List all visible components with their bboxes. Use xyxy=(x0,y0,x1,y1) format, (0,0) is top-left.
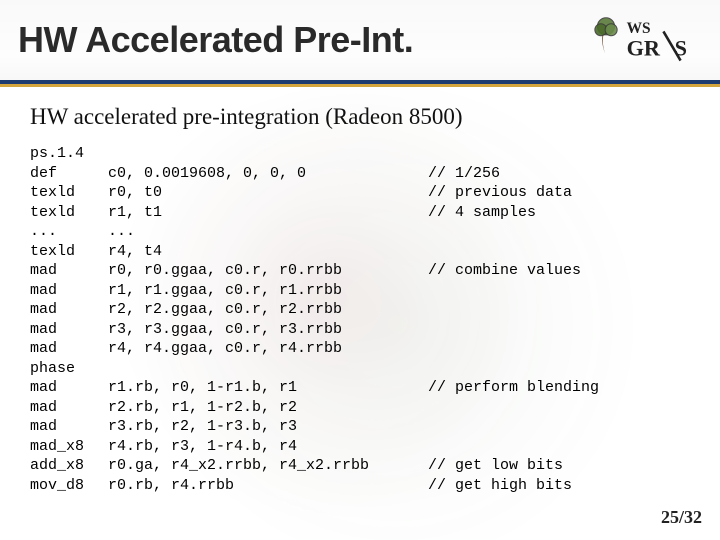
code-line: madr4, r4.ggaa, c0.r, r4.rrbb xyxy=(30,339,690,359)
logo-icon: WS GR S xyxy=(582,12,702,68)
code-args: r1, t1 xyxy=(108,203,428,223)
code-args: r3, r3.ggaa, c0.r, r3.rrbb xyxy=(108,320,428,340)
code-comment: // get low bits xyxy=(428,456,690,476)
code-args: c0, 0.0019608, 0, 0, 0 xyxy=(108,164,428,184)
code-args: r4.rb, r3, 1-r4.b, r4 xyxy=(108,437,428,457)
code-opcode: mad xyxy=(30,378,108,398)
code-comment xyxy=(428,398,690,418)
code-comment xyxy=(428,222,690,242)
page-number: 25/32 xyxy=(661,507,702,528)
code-line: madr3.rb, r2, 1-r3.b, r3 xyxy=(30,417,690,437)
code-line: ...... xyxy=(30,222,690,242)
code-args: r4, t4 xyxy=(108,242,428,262)
code-comment xyxy=(428,320,690,340)
slide-subtitle: HW accelerated pre-integration (Radeon 8… xyxy=(30,104,690,130)
code-comment xyxy=(428,300,690,320)
code-opcode: mad_x8 xyxy=(30,437,108,457)
code-line: madr0, r0.ggaa, c0.r, r0.rrbb// combine … xyxy=(30,261,690,281)
code-args: r4, r4.ggaa, c0.r, r4.rrbb xyxy=(108,339,428,359)
slide-header: HW Accelerated Pre-Int. WS GR S xyxy=(0,0,720,84)
code-args xyxy=(108,359,428,379)
code-opcode: mad xyxy=(30,417,108,437)
code-line: texldr0, t0// previous data xyxy=(30,183,690,203)
code-opcode: mad xyxy=(30,300,108,320)
code-comment xyxy=(428,242,690,262)
code-line: madr3, r3.ggaa, c0.r, r3.rrbb xyxy=(30,320,690,340)
code-opcode: phase xyxy=(30,359,108,379)
code-opcode: add_x8 xyxy=(30,456,108,476)
svg-text:GR: GR xyxy=(627,35,661,60)
code-comment: // perform blending xyxy=(428,378,690,398)
code-line: phase xyxy=(30,359,690,379)
code-args: r0.rb, r4.rrbb xyxy=(108,476,428,496)
code-comment xyxy=(428,359,690,379)
code-opcode: ps.1.4 xyxy=(30,144,108,164)
code-args: r1.rb, r0, 1-r1.b, r1 xyxy=(108,378,428,398)
code-opcode: def xyxy=(30,164,108,184)
code-opcode: mad xyxy=(30,281,108,301)
code-line: texldr1, t1// 4 samples xyxy=(30,203,690,223)
code-comment xyxy=(428,417,690,437)
code-comment: // get high bits xyxy=(428,476,690,496)
code-line: mov_d8r0.rb, r4.rrbb// get high bits xyxy=(30,476,690,496)
code-args: r2, r2.ggaa, c0.r, r2.rrbb xyxy=(108,300,428,320)
code-line: defc0, 0.0019608, 0, 0, 0// 1/256 xyxy=(30,164,690,184)
code-args: r2.rb, r1, 1-r2.b, r2 xyxy=(108,398,428,418)
code-comment: // combine values xyxy=(428,261,690,281)
code-line: madr2, r2.ggaa, c0.r, r2.rrbb xyxy=(30,300,690,320)
code-line: madr1, r1.ggaa, c0.r, r1.rrbb xyxy=(30,281,690,301)
svg-text:S: S xyxy=(675,35,687,60)
code-args: r3.rb, r2, 1-r3.b, r3 xyxy=(108,417,428,437)
code-line: madr2.rb, r1, 1-r2.b, r2 xyxy=(30,398,690,418)
code-line: mad_x8r4.rb, r3, 1-r4.b, r4 xyxy=(30,437,690,457)
code-opcode: mad xyxy=(30,320,108,340)
code-comment xyxy=(428,339,690,359)
code-line: madr1.rb, r0, 1-r1.b, r1// perform blend… xyxy=(30,378,690,398)
code-opcode: texld xyxy=(30,242,108,262)
code-args: r0, r0.ggaa, c0.r, r0.rrbb xyxy=(108,261,428,281)
code-opcode: texld xyxy=(30,183,108,203)
code-args: r0.ga, r4_x2.rrbb, r4_x2.rrbb xyxy=(108,456,428,476)
code-args xyxy=(108,144,428,164)
code-line: ps.1.4 xyxy=(30,144,690,164)
slide-body: HW accelerated pre-integration (Radeon 8… xyxy=(0,84,720,495)
code-comment: // 4 samples xyxy=(428,203,690,223)
code-opcode: mad xyxy=(30,398,108,418)
code-comment xyxy=(428,281,690,301)
code-opcode: texld xyxy=(30,203,108,223)
shader-code-block: ps.1.4defc0, 0.0019608, 0, 0, 0// 1/256t… xyxy=(30,144,690,495)
code-args: r0, t0 xyxy=(108,183,428,203)
code-opcode: ... xyxy=(30,222,108,242)
code-line: add_x8r0.ga, r4_x2.rrbb, r4_x2.rrbb// ge… xyxy=(30,456,690,476)
code-opcode: mad xyxy=(30,339,108,359)
code-line: texldr4, t4 xyxy=(30,242,690,262)
code-comment xyxy=(428,437,690,457)
code-args: ... xyxy=(108,222,428,242)
logo-wsgrs: WS GR S xyxy=(582,10,702,70)
code-args: r1, r1.ggaa, c0.r, r1.rrbb xyxy=(108,281,428,301)
code-comment xyxy=(428,144,690,164)
code-opcode: mov_d8 xyxy=(30,476,108,496)
code-comment: // 1/256 xyxy=(428,164,690,184)
code-opcode: mad xyxy=(30,261,108,281)
slide-title: HW Accelerated Pre-Int. xyxy=(18,19,582,61)
code-comment: // previous data xyxy=(428,183,690,203)
